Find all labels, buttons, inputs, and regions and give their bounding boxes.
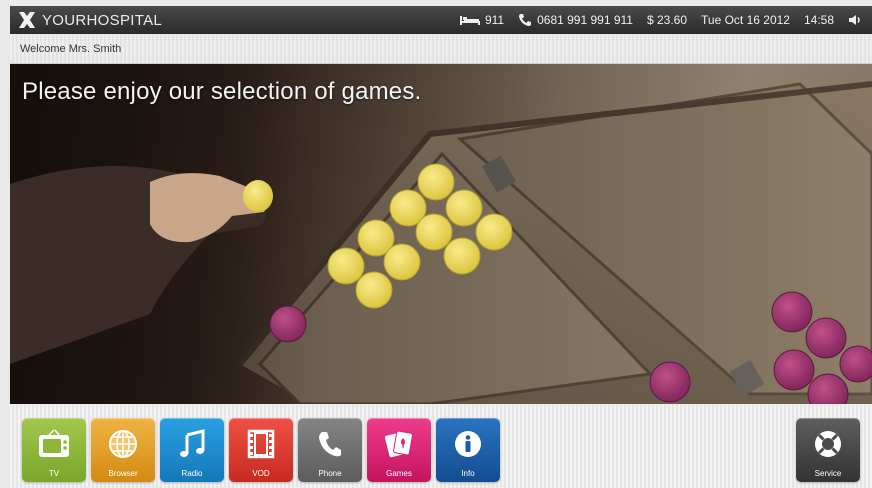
service-app-button[interactable]: Service (796, 418, 860, 482)
games-app-button[interactable]: Games (367, 418, 431, 482)
vod-app-button[interactable]: VOD (229, 418, 293, 482)
brand-name: YOURHOSPITAL (42, 11, 163, 29)
phone-app-label: Phone (318, 469, 342, 478)
clock: 14:58 (803, 13, 834, 27)
tv-app-button[interactable]: TV (22, 418, 86, 482)
top-status-bar: YOURHOSPITAL 911 0681 991 991 911 $ 23.6… (10, 6, 872, 34)
vod-app-label: VOD (252, 469, 270, 478)
playing-cards-icon (383, 426, 415, 462)
backgammon-photo (10, 64, 872, 404)
phone-handset-icon (317, 426, 343, 462)
phone-icon (518, 13, 532, 27)
info-app-button[interactable]: Info (436, 418, 500, 482)
balance: $ 23.60 (646, 13, 688, 27)
phone-number: 0681 991 991 911 (537, 13, 633, 27)
date: Tue Oct 16 2012 (701, 13, 790, 27)
app-dock: TV Browser Radio VOD Phone Games Info Se… (10, 404, 872, 488)
hero-banner: Please enjoy our selection of games. (10, 64, 872, 404)
music-note-icon (177, 426, 207, 462)
bed-icon (459, 14, 480, 26)
phone-indicator: 0681 991 991 911 (518, 13, 633, 27)
app-frame: YOURHOSPITAL 911 0681 991 991 911 $ 23.6… (10, 0, 872, 488)
phone-app-button[interactable]: Phone (298, 418, 362, 482)
service-app-label: Service (814, 469, 842, 478)
games-app-label: Games (386, 469, 412, 478)
page-title: Please enjoy our selection of games. (22, 78, 422, 105)
room-indicator: 911 (459, 13, 505, 27)
browser-app-button[interactable]: Browser (91, 418, 155, 482)
radio-app-label: Radio (181, 469, 203, 478)
speaker-icon[interactable] (848, 14, 862, 26)
globe-icon (107, 426, 139, 462)
browser-app-label: Browser (108, 469, 138, 478)
brand-logo[interactable]: YOURHOSPITAL (16, 6, 162, 34)
film-icon (246, 426, 276, 462)
status-area: 911 0681 991 991 911 $ 23.60 Tue Oct 16 … (459, 6, 872, 34)
tv-app-label: TV (48, 469, 60, 478)
room-number: 911 (484, 13, 505, 27)
info-app-label: Info (461, 469, 475, 478)
welcome-message: Welcome Mrs. Smith (20, 42, 122, 55)
tv-icon (37, 426, 71, 462)
lifebuoy-icon (812, 426, 844, 462)
info-icon (453, 426, 483, 462)
welcome-bar: Welcome Mrs. Smith (10, 34, 872, 64)
cross-logo-icon (19, 12, 35, 28)
radio-app-button[interactable]: Radio (160, 418, 224, 482)
